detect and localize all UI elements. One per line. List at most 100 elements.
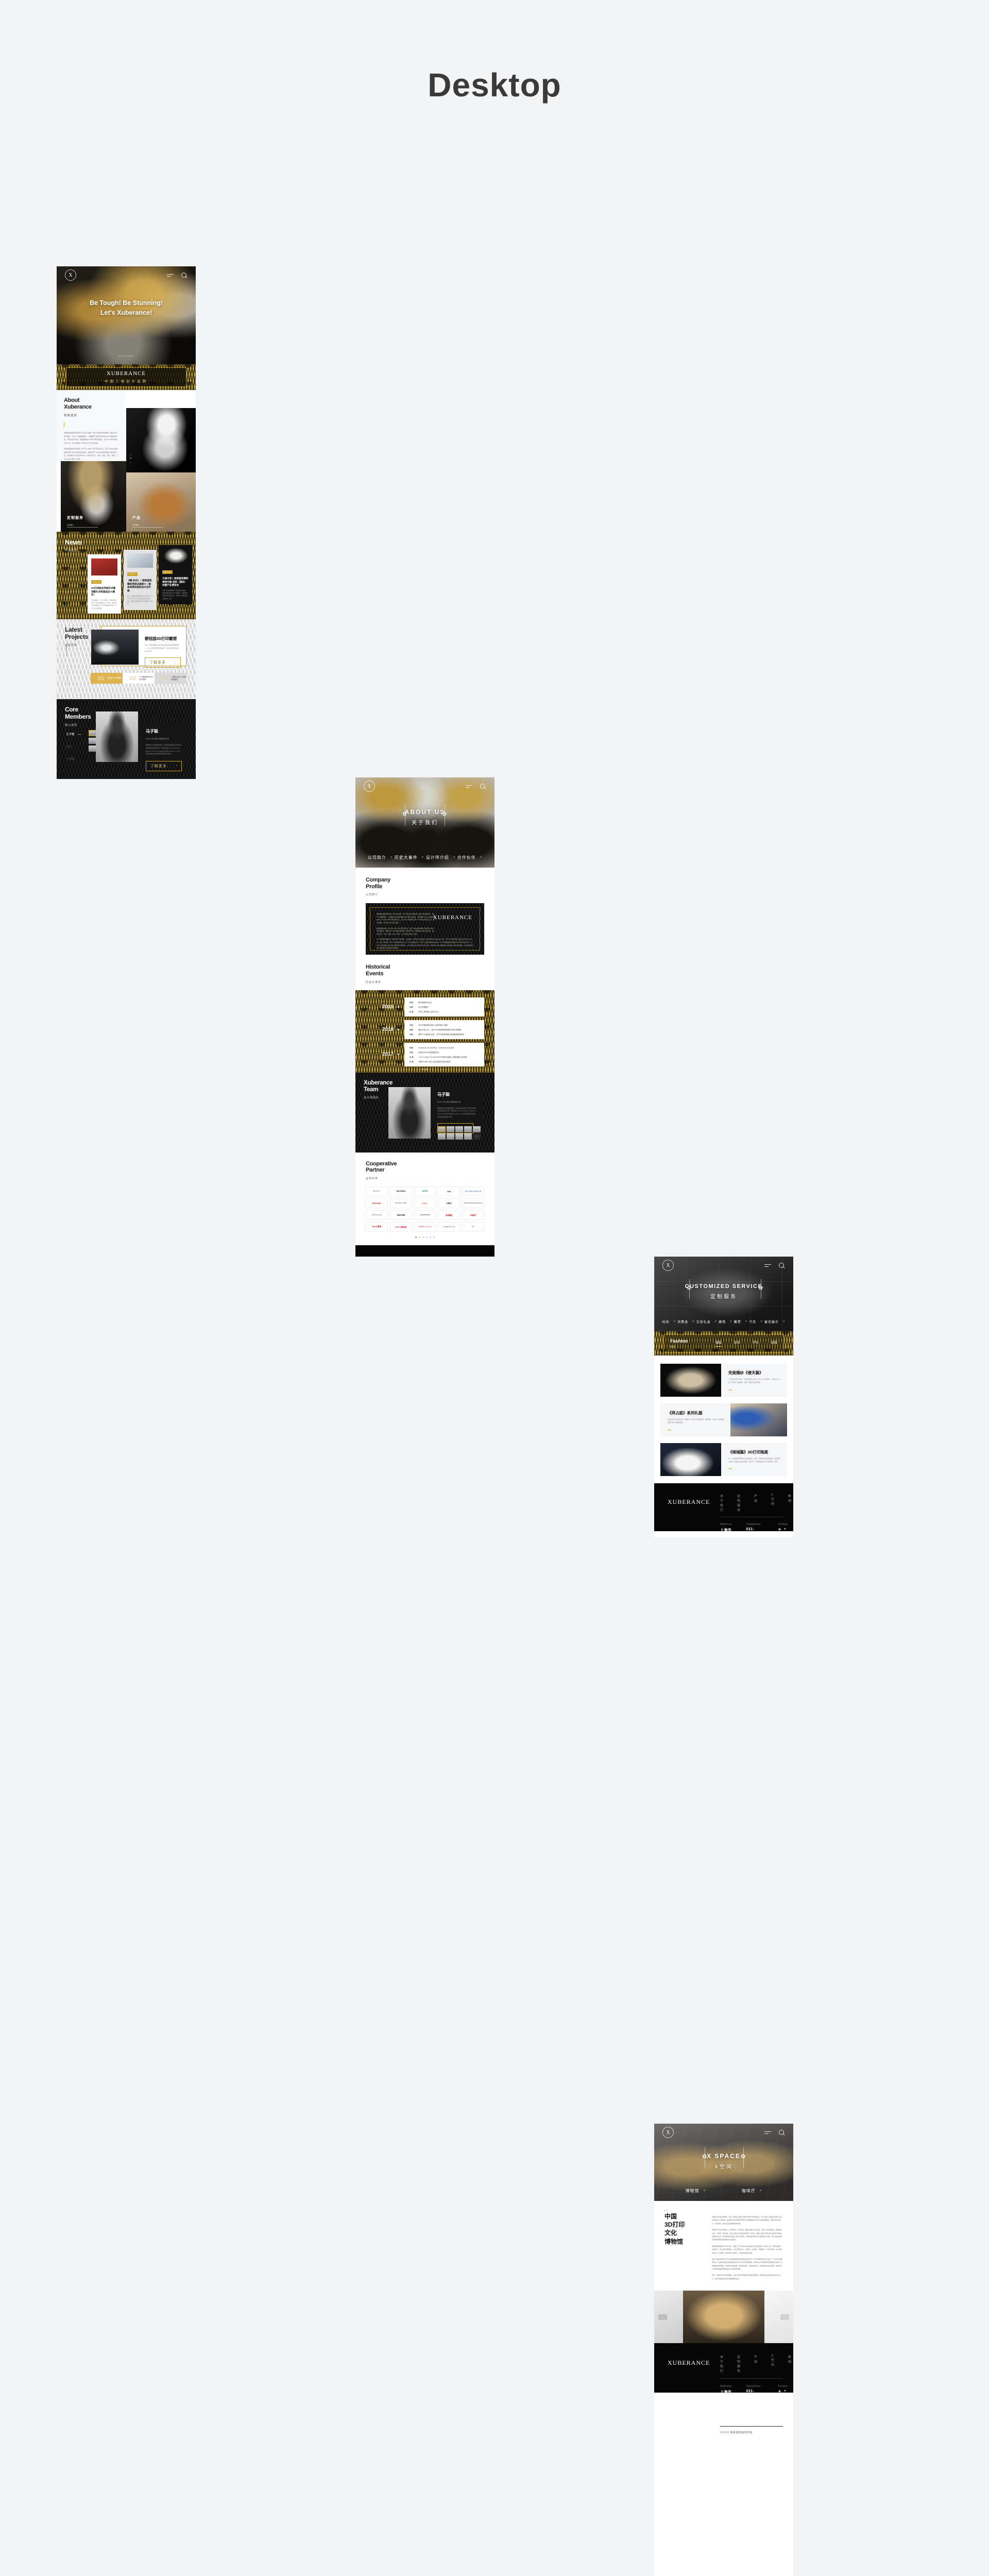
search-icon[interactable]: [181, 272, 187, 279]
weibo-icon[interactable]: ◉: [778, 1528, 781, 1531]
service-nav-6[interactable]: 展览展示˅: [764, 1319, 786, 1324]
footer-nav-2[interactable]: 产品: [754, 2354, 758, 2373]
pager-dot[interactable]: [433, 1236, 435, 1238]
team-thumb[interactable]: [473, 1126, 481, 1132]
xspace-nav-0[interactable]: 博物馆˅: [685, 2188, 706, 2194]
about-nav-2[interactable]: 设计师介绍˅: [426, 855, 456, 860]
brand-logo[interactable]: X: [65, 269, 76, 281]
pager-dot[interactable]: [426, 1236, 428, 1238]
partner-logo[interactable]: 中海地产: [462, 1210, 484, 1220]
team-thumb[interactable]: [455, 1133, 463, 1140]
project-feature-card[interactable]: 碧桂园3D打印雕塑 本次，碧桂园雕塑方案采用的更是最新研发的黑科技——SCCP新…: [101, 626, 186, 666]
service-nav-4[interactable]: 雕塑˅: [734, 1319, 748, 1324]
partner-logo[interactable]: AECOM: [390, 1210, 412, 1220]
team-thumb[interactable]: [438, 1126, 446, 1132]
team-thumb[interactable]: [455, 1126, 463, 1132]
search-icon[interactable]: [778, 2129, 785, 2136]
project-tab-03[interactable]: 03 《爱情公寓》大电影影视道具: [155, 673, 186, 684]
footer-nav-1[interactable]: 定制服务: [737, 2354, 741, 2373]
news-card-2[interactable]: 2019.5.23 《曜·未央》丨极致盛放精彩亮相法国第十一届圣埃蒂安国际设计双…: [124, 550, 157, 610]
service-item-cta[interactable]: 详细→: [668, 1429, 725, 1431]
partner-logo[interactable]: Gensler: [366, 1198, 388, 1208]
news-card-3[interactable]: 2019.5.21 三维文创丨极致盛放精彩亮相中国·洛阳（国际）创意产业博览会 …: [159, 545, 192, 604]
partner-logo[interactable]: CFLD 华夏幸福: [390, 1222, 412, 1232]
partner-logo[interactable]: URBAN ENVIRONMENT DESIGN: [462, 1198, 484, 1208]
service-item-2[interactable]: 《倾城篇》3D打印拖尾 每一个新娘都希望拥有自己专属的婚礼，穿着一件缀满鲜花的鱼…: [660, 1443, 787, 1476]
partner-logo[interactable]: EXCL: [414, 1198, 436, 1208]
project-tab-02[interactable]: 02 广汽新能源汽车3D打印内饰: [123, 673, 155, 684]
service-item-cta[interactable]: 详细→: [728, 1388, 781, 1391]
team-thumb[interactable]: [447, 1126, 454, 1132]
partner-logo[interactable]: Tahoe泰禾: [366, 1222, 388, 1232]
project-tab-01[interactable]: 01 碧桂园3D打印雕塑: [91, 673, 123, 684]
news-card-1[interactable]: 2019.9.26 3D打印结合传统艺术篆刻献礼共和国成立70周年! 红印领盛世…: [88, 554, 121, 614]
pager-dot[interactable]: [415, 1236, 417, 1238]
partner-logo[interactable]: UNITED NUDE: [390, 1198, 412, 1208]
menu-icon[interactable]: [764, 2129, 771, 2136]
category-tab-2[interactable]: 手包: [753, 1340, 759, 1347]
pager-dot[interactable]: [422, 1069, 424, 1070]
category-tab-0[interactable]: 服装: [715, 1340, 722, 1347]
service-nav-5[interactable]: 汽车˅: [749, 1319, 763, 1324]
tile-custom-cta[interactable]: 点击进入: [67, 523, 74, 526]
gallery-prev-image[interactable]: ←: [654, 2291, 683, 2343]
search-icon[interactable]: [778, 1262, 785, 1269]
weibo-icon[interactable]: ◉: [778, 2389, 781, 2393]
gallery-next-image[interactable]: →: [764, 2291, 793, 2343]
footer-nav-4[interactable]: 新闻: [788, 1494, 792, 1512]
footer-nav-3[interactable]: X空间: [771, 1494, 775, 1512]
xspace-nav-1[interactable]: 咖啡厅˅: [742, 2188, 762, 2194]
about-nav-1[interactable]: 历史大事件˅: [395, 855, 424, 860]
service-nav-2[interactable]: 文创礼品˅: [696, 1319, 718, 1324]
footer-nav-0[interactable]: 关于我们: [720, 2354, 724, 2373]
team-thumb[interactable]: [464, 1126, 472, 1132]
pager-dot[interactable]: [422, 1236, 424, 1238]
partner-logo[interactable]: POWERLONG 宝龙: [438, 1222, 460, 1232]
category-tab-1[interactable]: 配饰: [734, 1340, 740, 1347]
about-nav-0[interactable]: 公司简介˅: [368, 855, 393, 860]
partner-logo[interactable]: BAYER: [414, 1187, 436, 1196]
service-nav-3[interactable]: 建筑˅: [719, 1319, 732, 1324]
team-thumb[interactable]: [447, 1133, 454, 1140]
search-icon[interactable]: [480, 783, 486, 790]
wechat-icon[interactable]: ●: [784, 1528, 786, 1531]
partner-logo[interactable]: 金地集团: [438, 1210, 460, 1220]
pager-dot[interactable]: [430, 1236, 431, 1238]
tile-product-cta[interactable]: 点击进入: [132, 523, 140, 526]
partner-logo[interactable]: BENTLEY: [366, 1187, 388, 1196]
team-next-button[interactable]: ›: [473, 1133, 481, 1140]
partner-logo[interactable]: EF: [462, 1222, 484, 1232]
footer-nav-1[interactable]: 定制服务: [737, 1494, 741, 1512]
core-more-button[interactable]: 了解更多›: [146, 761, 182, 771]
core-thumb-1[interactable]: [89, 738, 96, 744]
team-thumb[interactable]: [464, 1133, 472, 1140]
partner-logo[interactable]: pictureworks: [414, 1210, 436, 1220]
service-item-1[interactable]: 《拜占庭》系列礼服 拜占庭系列白色露背礼服，绸缎与TPU装饰巧妙搭配结合，精致优…: [660, 1403, 787, 1436]
wechat-icon[interactable]: ●: [784, 2389, 786, 2393]
core-name-0[interactable]: 马子聪: [66, 732, 81, 736]
partner-logo[interactable]: 同济大学建筑与城市规划学院: [462, 1187, 484, 1196]
menu-icon[interactable]: [764, 1262, 771, 1269]
menu-icon[interactable]: [466, 783, 472, 790]
pager-dot[interactable]: [419, 1236, 420, 1238]
footer-nav-3[interactable]: X空间: [771, 2354, 775, 2373]
partner-logo[interactable]: DXI: [438, 1187, 460, 1196]
about-tile-product[interactable]: 产品 点击进入›: [126, 472, 196, 532]
service-item-0[interactable]: 完美婚纱《侵天篇》 "十丈红尘饰你以骄傲，千朵芙蓉衣你从华裳"。每个女人心中都有…: [660, 1364, 787, 1397]
about-tile-custom[interactable]: 定制服务 点击进入›: [61, 461, 126, 532]
brand-logo[interactable]: X: [662, 2127, 674, 2138]
core-name-2[interactable]: 王琪霏: [66, 757, 81, 761]
category-tab-3[interactable]: 鞋履: [771, 1340, 777, 1347]
footer-nav-0[interactable]: 关于我们: [720, 1494, 724, 1512]
service-item-cta[interactable]: 详细→: [728, 1467, 781, 1470]
gallery-prev-button[interactable]: ←: [658, 2314, 667, 2320]
service-nav-1[interactable]: 消费品˅: [677, 1319, 695, 1324]
footer-nav-4[interactable]: 新闻: [788, 2354, 792, 2373]
core-name-1[interactable]: 孟哲: [66, 744, 81, 749]
partner-logo[interactable]: CBC: [438, 1198, 460, 1208]
partner-logo[interactable]: 华远地产 HUAYUAN: [414, 1222, 436, 1232]
brand-logo[interactable]: X: [364, 781, 375, 792]
core-thumb-2[interactable]: [89, 745, 96, 752]
gallery-next-button[interactable]: →: [780, 2314, 789, 2320]
footer-nav-2[interactable]: 产品: [754, 1494, 758, 1512]
